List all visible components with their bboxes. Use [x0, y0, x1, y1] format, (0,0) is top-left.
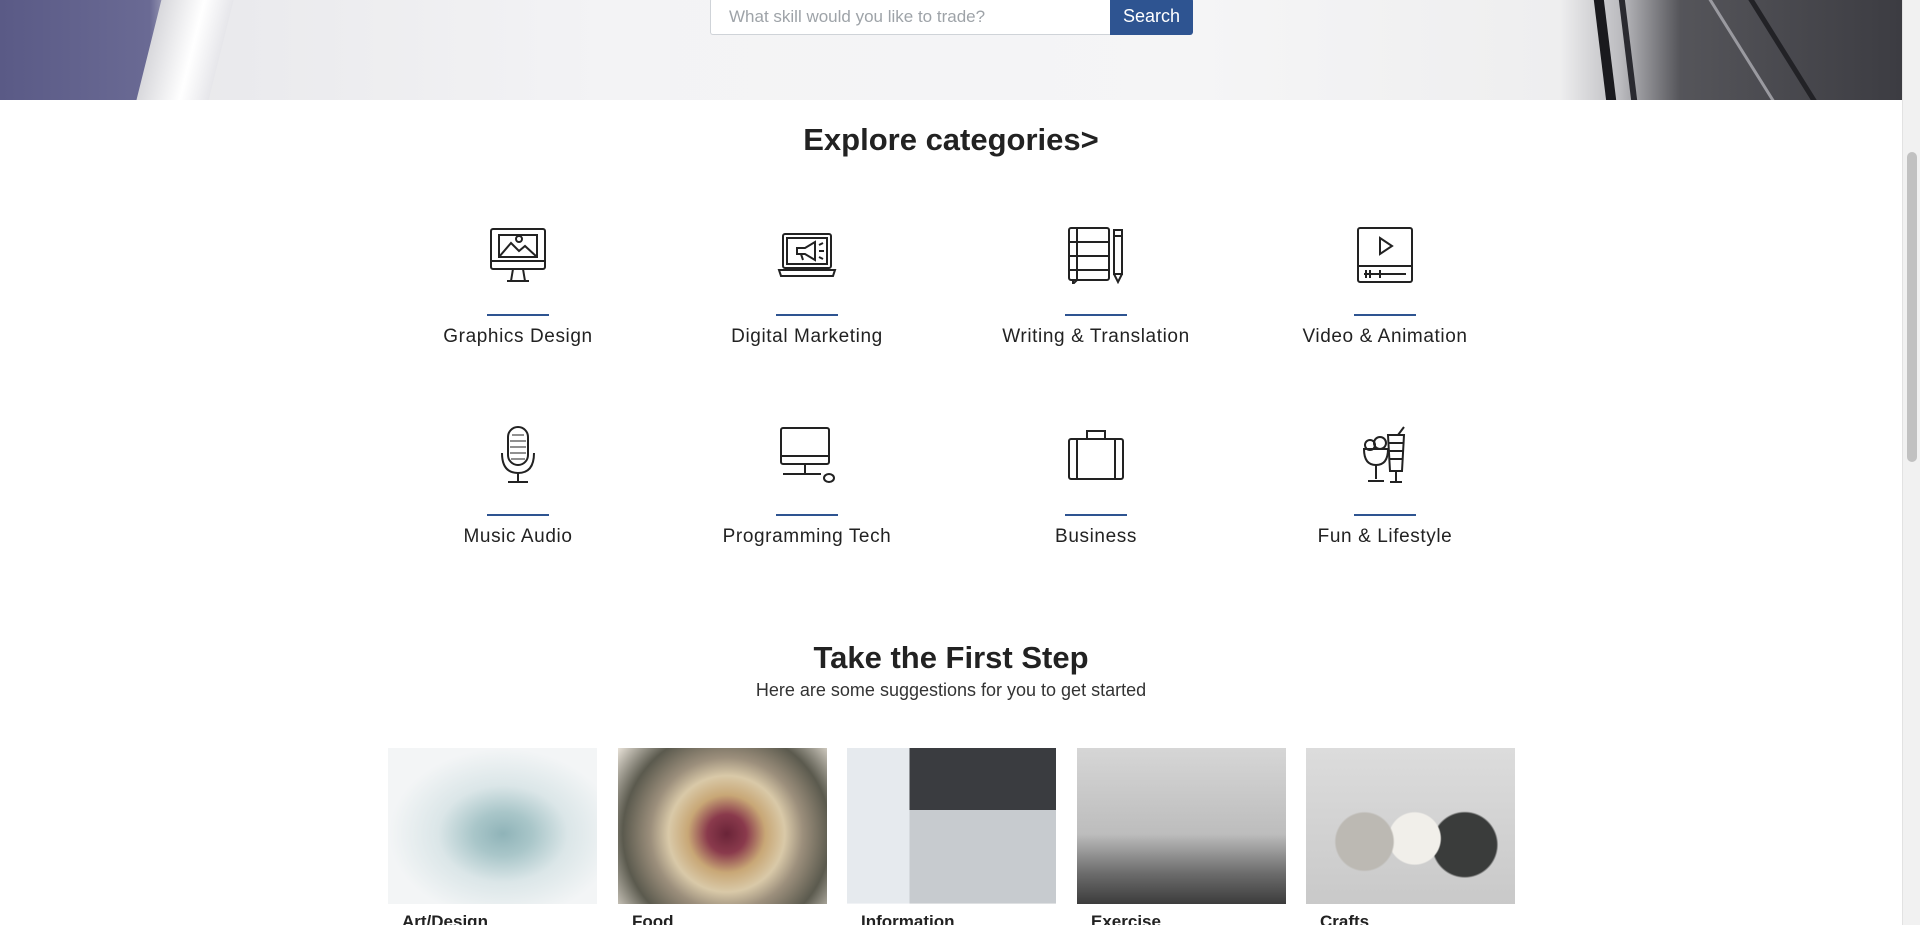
page-scrollbar[interactable]	[1902, 0, 1920, 925]
category-label: Video & Animation	[1302, 326, 1468, 347]
laptop-megaphone-icon	[682, 224, 932, 286]
card-title: Exercise	[1091, 912, 1161, 925]
category-label: Fun & Lifestyle	[1317, 526, 1453, 547]
card-exercise[interactable]: Exercise	[1077, 748, 1286, 925]
category-underline	[1354, 514, 1416, 516]
monitor-image-icon	[393, 224, 643, 286]
category-business[interactable]: Business	[971, 424, 1221, 548]
card-food[interactable]: Food	[618, 748, 827, 925]
category-underline	[1354, 314, 1416, 316]
hero-pen-decoration	[1591, 0, 1619, 100]
category-underline	[487, 514, 549, 516]
card-image	[847, 748, 1056, 904]
card-art-design[interactable]: Art/Design	[388, 748, 597, 925]
category-label: Graphics Design	[443, 326, 593, 347]
card-image	[1077, 748, 1286, 904]
category-graphics-design[interactable]: Graphics Design	[393, 224, 643, 348]
explore-categories-heading[interactable]: Explore categories>	[0, 122, 1902, 158]
computer-icon	[682, 424, 932, 486]
briefcase-icon	[971, 424, 1221, 486]
card-title: Crafts	[1320, 912, 1370, 925]
category-label: Digital Marketing	[731, 326, 883, 347]
category-underline	[1065, 314, 1127, 316]
category-music-audio[interactable]: Music Audio	[393, 424, 643, 548]
category-underline	[776, 514, 838, 516]
category-digital-marketing[interactable]: Digital Marketing	[682, 224, 932, 348]
notebook-pencil-icon	[971, 224, 1221, 286]
category-fun-lifestyle[interactable]: Fun & Lifestyle	[1260, 424, 1510, 548]
category-programming-tech[interactable]: Programming Tech	[682, 424, 932, 548]
card-information[interactable]: Information	[847, 748, 1056, 925]
search-button[interactable]: Search	[1110, 0, 1193, 35]
hero-paper-decoration	[131, 0, 239, 100]
category-underline	[1065, 514, 1127, 516]
card-title: Food	[632, 912, 674, 925]
search-input[interactable]	[710, 0, 1110, 35]
first-step-heading: Take the First Step	[813, 640, 1089, 675]
first-step-subtitle: Here are some suggestions for you to get…	[755, 680, 1147, 700]
hero-banner: Search	[0, 0, 1902, 100]
category-underline	[776, 314, 838, 316]
hero-pen-decoration	[1703, 0, 1780, 100]
hero-pen-decoration	[1616, 0, 1640, 100]
search-bar: Search	[710, 0, 1193, 35]
scrollbar-thumb[interactable]	[1907, 152, 1917, 462]
card-image	[618, 748, 827, 904]
card-image	[1306, 748, 1515, 904]
category-video-animation[interactable]: Video & Animation	[1260, 224, 1510, 348]
card-title: Information	[861, 912, 955, 925]
category-underline	[487, 314, 549, 316]
card-image	[388, 748, 597, 904]
drinks-icon	[1260, 424, 1510, 486]
category-label: Music Audio	[463, 526, 573, 547]
video-player-icon	[1260, 224, 1510, 286]
category-label: Programming Tech	[722, 526, 892, 547]
microphone-icon	[393, 424, 643, 486]
category-label: Business	[1055, 526, 1137, 547]
category-label: Writing & Translation	[1002, 326, 1190, 347]
hero-pen-decoration	[1743, 0, 1822, 100]
card-title: Art/Design	[402, 912, 488, 925]
category-writing-translation[interactable]: Writing & Translation	[971, 224, 1221, 348]
card-crafts[interactable]: Crafts	[1306, 748, 1515, 925]
